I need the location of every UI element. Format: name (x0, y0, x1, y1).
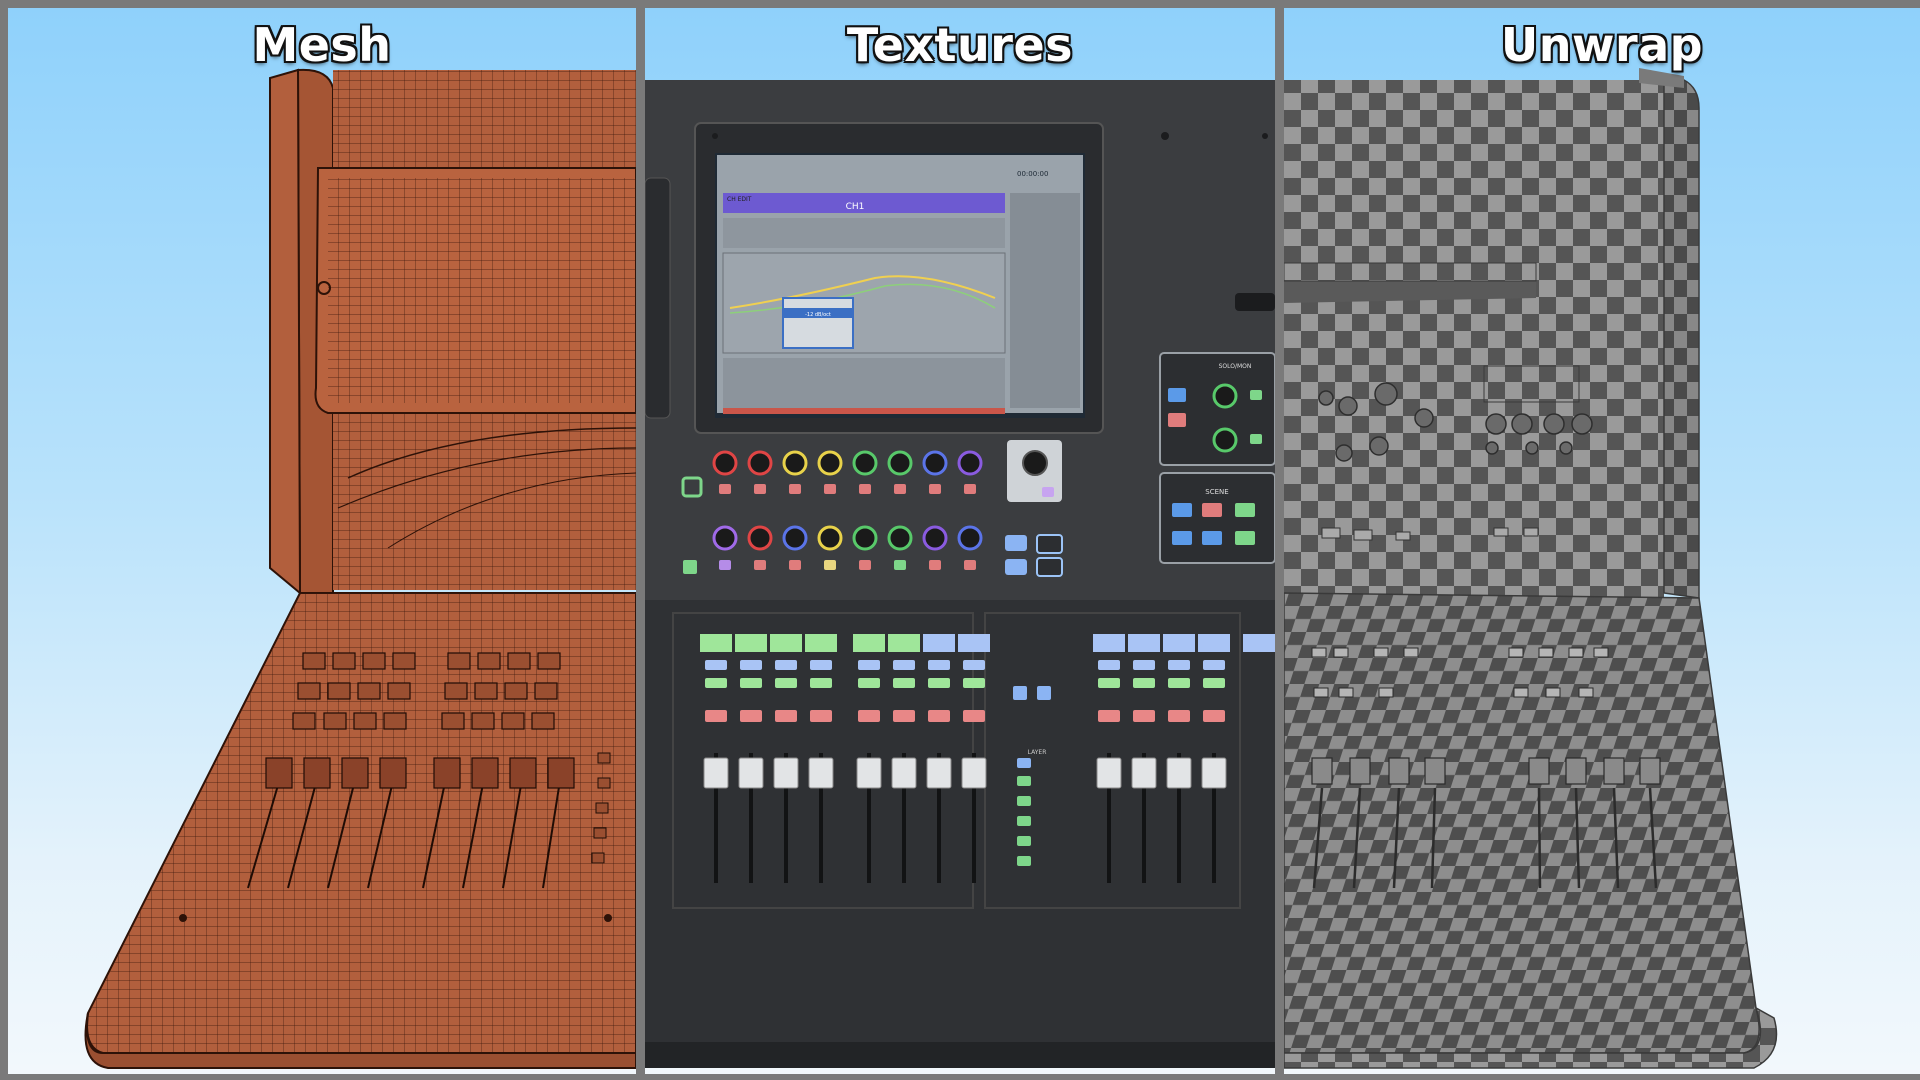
unwrap-panel: Unwrap (1284, 8, 1920, 1074)
layer-title: LAYER (1028, 749, 1047, 756)
solo-mon-title: SOLO/MON (1219, 363, 1252, 370)
screen-hpf-value: -12 dB/oct (805, 312, 831, 318)
comparison-stage: Mesh CH1 CH EDIT 00:00:00 -12 dB/oct SCE… (0, 0, 1920, 1080)
screen-time: 00:00:00 (1017, 170, 1048, 178)
panel-title-unwrap: Unwrap (1500, 18, 1704, 72)
panel-title-textures: Textures (846, 18, 1074, 72)
scene-title: SCENE (1205, 488, 1228, 496)
panel-title-mesh: Mesh (252, 18, 392, 72)
unwrap-render (1284, 68, 1778, 1069)
screen-ch-edit: CH EDIT (727, 196, 752, 203)
textures-panel: CH1 CH EDIT 00:00:00 -12 dB/oct SCENE SO… (645, 8, 1275, 1074)
mesh-panel: Mesh (8, 8, 636, 1074)
console-render: CH1 CH EDIT 00:00:00 -12 dB/oct SCENE SO… (645, 80, 1275, 1068)
mesh-render (84, 68, 636, 1069)
screen-channel-name: CH1 (846, 202, 865, 212)
